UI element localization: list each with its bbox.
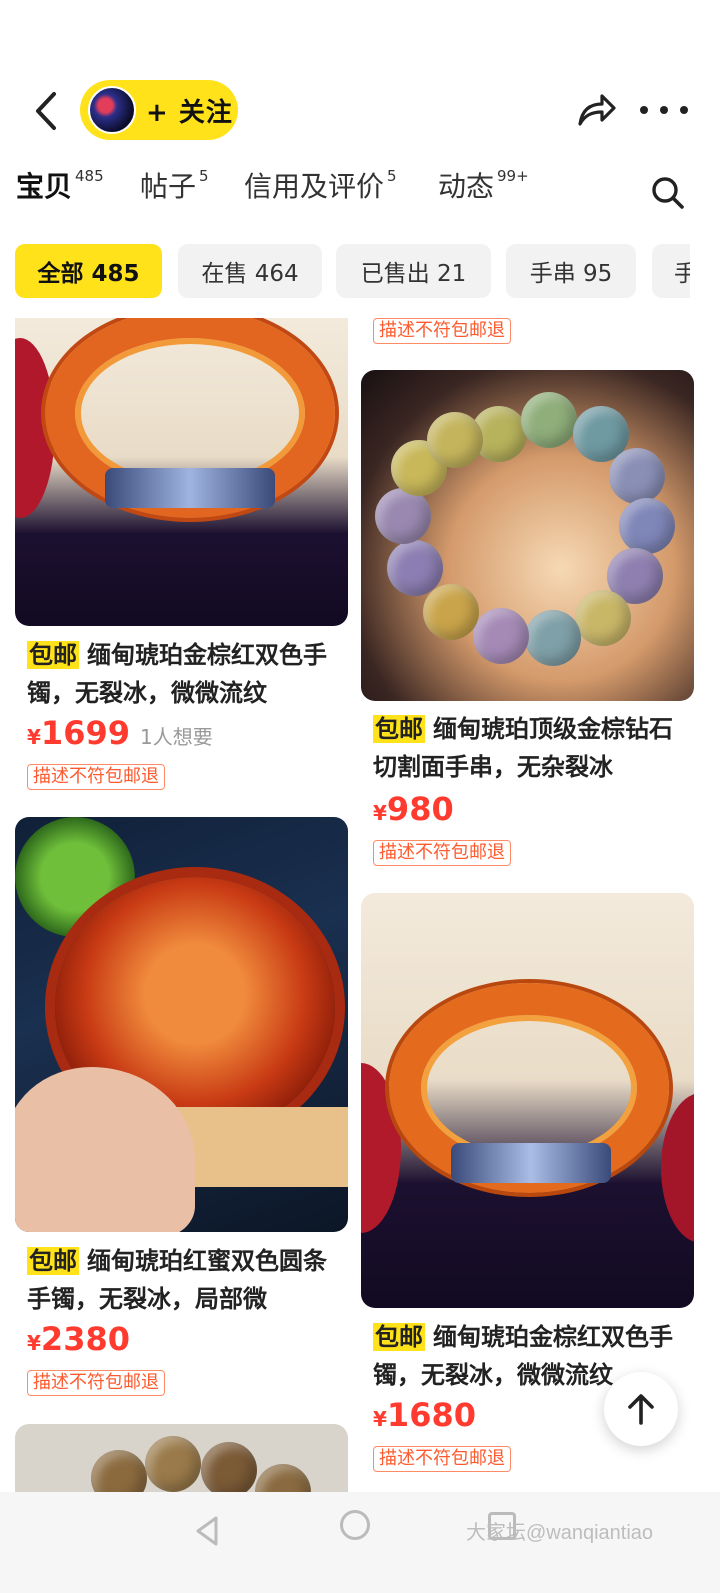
follow-button[interactable]: + 关注	[80, 80, 238, 140]
product-price: ¥1699 1人想要	[27, 714, 213, 752]
product-price: ¥980	[373, 790, 454, 828]
product-card[interactable]	[15, 1424, 349, 1492]
product-price: ¥1680	[373, 1396, 476, 1434]
tab-count: 485	[75, 167, 104, 185]
tab-items[interactable]: 宝贝 485	[16, 165, 104, 215]
tab-count: 99+	[497, 167, 529, 185]
product-image	[361, 893, 694, 1308]
tab-posts[interactable]: 帖子 5	[140, 165, 209, 215]
price-value: 2380	[40, 1320, 130, 1358]
scroll-to-top-button[interactable]	[604, 1372, 678, 1446]
chip-on-sale[interactable]: 在售 464	[178, 244, 322, 298]
return-policy-tag: 描述不符包邮退	[27, 1370, 165, 1396]
tab-label: 宝贝	[16, 170, 73, 203]
wants-count: 1人想要	[139, 725, 213, 749]
return-policy-tag: 描述不符包邮退	[373, 840, 511, 866]
tab-activity[interactable]: 动态 99+	[438, 165, 529, 215]
free-shipping-badge: 包邮	[27, 641, 79, 669]
free-shipping-badge: 包邮	[373, 715, 425, 743]
currency-symbol: ¥	[27, 725, 41, 749]
top-bar: + 关注	[0, 0, 720, 160]
tab-count: 5	[199, 167, 209, 185]
product-price: ¥2380	[27, 1320, 130, 1358]
tab-credit-reviews[interactable]: 信用及评价 5	[244, 165, 397, 215]
return-policy-tag: 描述不符包邮退	[27, 764, 165, 790]
product-card[interactable]: 包邮 缅甸琥珀红蜜双色圆条手镯，无裂冰，局部微 ¥2380 描述不符包邮退	[15, 817, 349, 1396]
product-title: 包邮 缅甸琥珀红蜜双色圆条手镯，无裂冰，局部微	[27, 1242, 347, 1318]
chip-bracelet[interactable]: 手串 95	[506, 244, 636, 298]
return-policy-tag: 描述不符包邮退	[373, 1446, 511, 1472]
product-card[interactable]: 包邮 缅甸琥珀金棕红双色手镯，无裂冰，微微流纹 ¥1699 1人想要 描述不符包邮退	[15, 318, 349, 798]
share-icon[interactable]	[574, 88, 618, 132]
avatar[interactable]	[88, 86, 136, 134]
price-value: 980	[386, 790, 454, 828]
currency-symbol: ¥	[27, 1331, 41, 1355]
profile-tabs: 宝贝 485 帖子 5 信用及评价 5 动态 99+	[0, 165, 720, 225]
tab-label: 信用及评价	[244, 170, 385, 203]
product-image	[15, 817, 348, 1232]
price-value: 1699	[40, 714, 130, 752]
back-arrow-icon[interactable]	[26, 88, 66, 134]
price-value: 1680	[386, 1396, 476, 1434]
currency-symbol: ¥	[373, 801, 387, 825]
tab-label: 帖子	[140, 170, 197, 203]
tab-label: 动态	[438, 170, 495, 203]
return-policy-tag: 描述不符包邮退	[373, 318, 511, 344]
product-title: 包邮 缅甸琥珀顶级金棕钻石切割面手串，无杂裂冰	[373, 710, 693, 786]
search-icon[interactable]	[648, 173, 688, 213]
follow-label: + 关注	[146, 97, 233, 128]
more-icon[interactable]	[640, 92, 688, 128]
chip-all[interactable]: 全部 485	[15, 244, 162, 298]
product-image	[15, 1424, 348, 1492]
arrow-up-icon	[628, 1394, 654, 1425]
nav-back-icon[interactable]	[192, 1514, 222, 1548]
filter-chips: 全部 485 在售 464 已售出 21 手串 95 手	[0, 244, 690, 300]
free-shipping-badge: 包邮	[373, 1323, 425, 1351]
product-image	[361, 370, 694, 701]
currency-symbol: ¥	[373, 1407, 387, 1431]
free-shipping-badge: 包邮	[27, 1247, 79, 1275]
chip-more[interactable]: 手	[652, 244, 690, 298]
tab-count: 5	[387, 167, 397, 185]
watermark: 大家坛@wanqiantiao	[466, 1522, 654, 1544]
product-image	[15, 318, 348, 626]
product-card[interactable]: 包邮 缅甸琥珀顶级金棕钻石切割面手串，无杂裂冰 ¥980 描述不符包邮退	[361, 370, 694, 870]
product-grid: 包邮 缅甸琥珀金棕红双色手镯，无裂冰，微微流纹 ¥1699 1人想要 描述不符包邮退…	[0, 318, 720, 1492]
nav-home-icon[interactable]	[340, 1510, 370, 1540]
system-nav-bar: 大家坛@wanqiantiao	[0, 1492, 720, 1593]
chip-sold[interactable]: 已售出 21	[336, 244, 491, 298]
product-title: 包邮 缅甸琥珀金棕红双色手镯，无裂冰，微微流纹	[27, 636, 347, 712]
